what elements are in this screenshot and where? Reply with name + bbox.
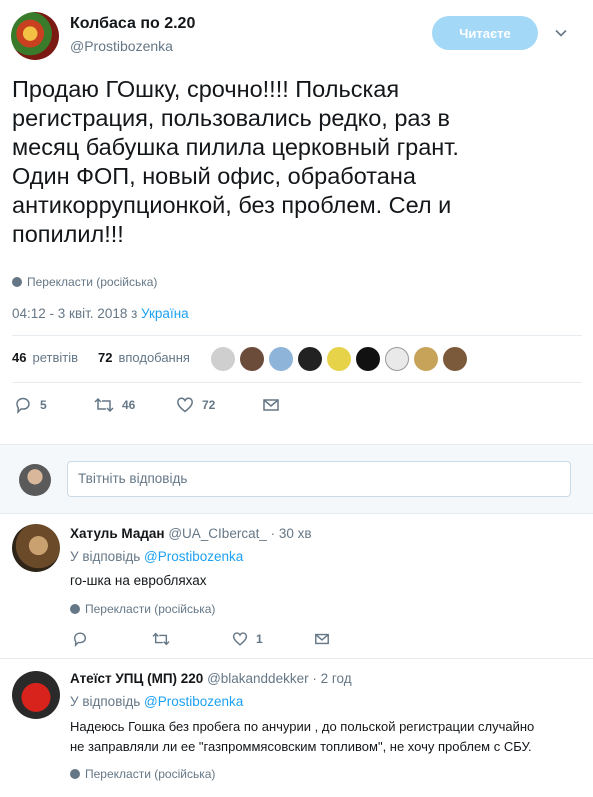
reply-to-handle[interactable]: @Prostibozenka (144, 549, 243, 564)
reply-to-label: У відповідь (70, 549, 141, 564)
tweet-stats: 46 ретвітів 72 вподобання (12, 350, 190, 365)
likes-label[interactable]: вподобання (118, 350, 189, 365)
tweet-actions: 5 46 72 (14, 396, 280, 414)
retweets-count[interactable]: 46 (12, 350, 26, 365)
tweet-text-line: регистрация, пользовались редко, раз в (12, 105, 450, 131)
reply-button[interactable] (72, 631, 152, 647)
reply-age[interactable]: 2 год (321, 671, 352, 686)
reply-text-line: Надеюсь Гошка без пробега по анчурии , д… (70, 719, 535, 734)
tweet-timestamp: 04:12 - 3 квіт. 2018 з Україна (12, 306, 189, 321)
author-handle[interactable]: @Prostibozenka (70, 38, 173, 54)
liker-avatar[interactable] (240, 347, 264, 371)
retweets-label[interactable]: ретвітів (32, 350, 78, 365)
globe-icon (12, 277, 22, 287)
liker-avatar[interactable] (414, 347, 438, 371)
liker-avatar[interactable] (211, 347, 235, 371)
envelope-icon (315, 633, 329, 645)
tweet-text-line: месяц бабушка пилила церковный грант. (12, 134, 459, 160)
reply-text: го-шка на евробляхах (70, 573, 207, 588)
reply-count: 5 (40, 398, 47, 412)
reply-button[interactable]: 5 (14, 396, 94, 414)
heart-icon (177, 397, 193, 413)
reply-to-label: У відповідь (70, 694, 141, 709)
direct-message-button[interactable] (314, 631, 330, 647)
reply-author-handle[interactable]: @UA_CIbercat_ (168, 526, 267, 541)
globe-icon (70, 604, 80, 614)
author-name[interactable]: Колбаса по 2.20 (70, 15, 195, 33)
reply-actions: 1 (72, 631, 330, 647)
tweet-text: Продаю ГОшку, срочно!!!! Польская регист… (12, 75, 587, 249)
retweet-icon (94, 397, 114, 413)
retweet-button[interactable]: 46 (94, 396, 176, 414)
reply-icon (73, 632, 87, 647)
retweet-icon (152, 632, 170, 646)
like-button[interactable]: 1 (232, 631, 314, 647)
main-tweet: Колбаса по 2.20 @Prostibozenka Читаєте П… (0, 0, 593, 444)
reply-to: У відповідь @Prostibozenka (70, 694, 243, 709)
tweet-text-line: попилил!!! (12, 221, 124, 247)
liker-avatar[interactable] (356, 347, 380, 371)
like-count: 1 (256, 632, 263, 646)
tweet-time[interactable]: 04:12 - 3 квіт. 2018 з (12, 306, 137, 321)
translate-label: Перекласти (російська) (85, 602, 216, 616)
divider (12, 382, 582, 383)
reply-text: Надеюсь Гошка без пробега по анчурии , д… (70, 717, 580, 757)
liker-avatar[interactable] (298, 347, 322, 371)
current-user-avatar[interactable] (19, 464, 51, 496)
chevron-down-icon[interactable] (555, 27, 567, 39)
liker-avatar[interactable] (443, 347, 467, 371)
reply-author-name[interactable]: Атеїст УПЦ (МП) 220 (70, 671, 203, 686)
reply-compose: Твітніть відповідь (0, 444, 593, 514)
reply-icon (16, 397, 30, 414)
reply-header: Атеїст УПЦ (МП) 220 @blakanddekker · 2 г… (70, 671, 352, 686)
reply-author-avatar[interactable] (12, 671, 60, 719)
follow-button[interactable]: Читаєте (432, 16, 538, 50)
tweet-text-line: антикоррупционкой, без проблем. Сел и (12, 192, 452, 218)
direct-message-button[interactable] (262, 396, 280, 414)
like-count: 72 (202, 398, 216, 412)
likes-count[interactable]: 72 (98, 350, 112, 365)
translate-link[interactable]: Перекласти (російська) (12, 275, 157, 289)
divider (12, 335, 582, 336)
reply-tweet[interactable]: Хатуль Мадан @UA_CIbercat_ · 30 хв У від… (0, 514, 593, 659)
tweet-location[interactable]: Україна (141, 306, 189, 321)
reply-author-name[interactable]: Хатуль Мадан (70, 526, 165, 541)
translate-link[interactable]: Перекласти (російська) (70, 767, 215, 781)
tweet-text-line: Продаю ГОшку, срочно!!!! Польская (12, 76, 400, 102)
reply-input[interactable]: Твітніть відповідь (67, 461, 571, 497)
translate-label: Перекласти (російська) (27, 275, 158, 289)
globe-icon (70, 769, 80, 779)
reply-text-line: не заправляли ли ее "газпроммясовским то… (70, 739, 532, 754)
likers-avatars (211, 347, 467, 371)
liker-avatar[interactable] (327, 347, 351, 371)
tweet-text-line: Один ФОП, новый офис, обработана (12, 163, 416, 189)
liker-avatar[interactable] (385, 347, 409, 371)
translate-link[interactable]: Перекласти (російська) (70, 602, 215, 616)
retweet-count: 46 (122, 398, 136, 412)
reply-author-avatar[interactable] (12, 524, 60, 572)
reply-to: У відповідь @Prostibozenka (70, 549, 243, 564)
reply-to-handle[interactable]: @Prostibozenka (144, 694, 243, 709)
envelope-icon (263, 399, 279, 411)
liker-avatar[interactable] (269, 347, 293, 371)
reply-tweet[interactable]: Атеїст УПЦ (МП) 220 @blakanddekker · 2 г… (0, 659, 593, 797)
reply-age[interactable]: 30 хв (279, 526, 312, 541)
translate-label: Перекласти (російська) (85, 767, 216, 781)
heart-icon (232, 632, 248, 646)
author-avatar[interactable] (11, 12, 59, 60)
retweet-button[interactable] (152, 631, 232, 647)
reply-header: Хатуль Мадан @UA_CIbercat_ · 30 хв (70, 526, 312, 541)
reply-author-handle[interactable]: @blakanddekker (207, 671, 309, 686)
like-button[interactable]: 72 (176, 396, 262, 414)
